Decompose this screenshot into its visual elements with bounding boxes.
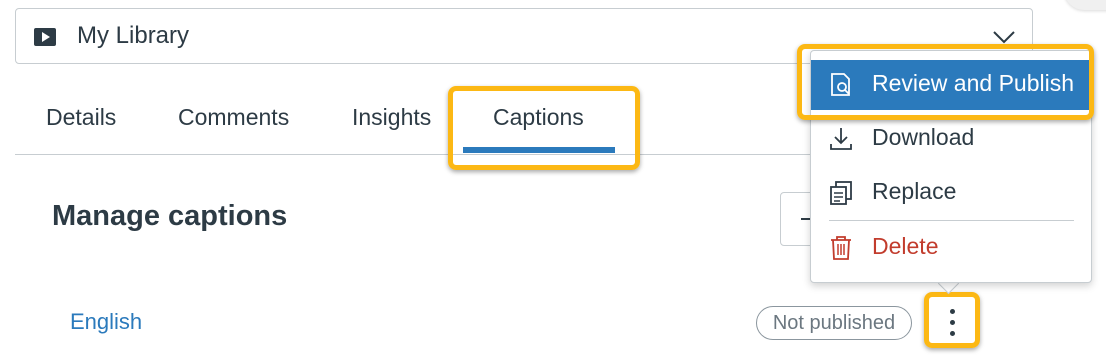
kebab-highlight (924, 292, 980, 348)
library-label: My Library (77, 22, 190, 49)
replace-icon (830, 181, 852, 205)
chevron-down-icon (993, 31, 1015, 44)
window-corner (1064, 0, 1106, 10)
menu-item-delete[interactable]: Delete (811, 223, 1091, 273)
download-icon (830, 128, 852, 150)
menu-item-label: Download (872, 124, 975, 150)
review-publish-highlight (797, 44, 1094, 120)
captions-tab-highlight (448, 86, 640, 170)
menu-item-label: Replace (872, 178, 957, 204)
caption-language-link[interactable]: English (70, 309, 142, 335)
menu-separator (829, 220, 1074, 221)
tab-comments[interactable]: Comments (178, 104, 289, 131)
menu-item-replace[interactable]: Replace (811, 168, 1091, 218)
status-badge: Not published (756, 306, 912, 340)
page-title: Manage captions (52, 200, 288, 232)
menu-item-download[interactable]: Download (811, 114, 1091, 164)
play-icon (34, 28, 56, 46)
trash-icon (831, 236, 851, 260)
tab-insights[interactable]: Insights (352, 104, 431, 131)
menu-item-label: Delete (872, 233, 939, 259)
tab-divider (15, 154, 815, 155)
tab-details[interactable]: Details (46, 104, 116, 131)
